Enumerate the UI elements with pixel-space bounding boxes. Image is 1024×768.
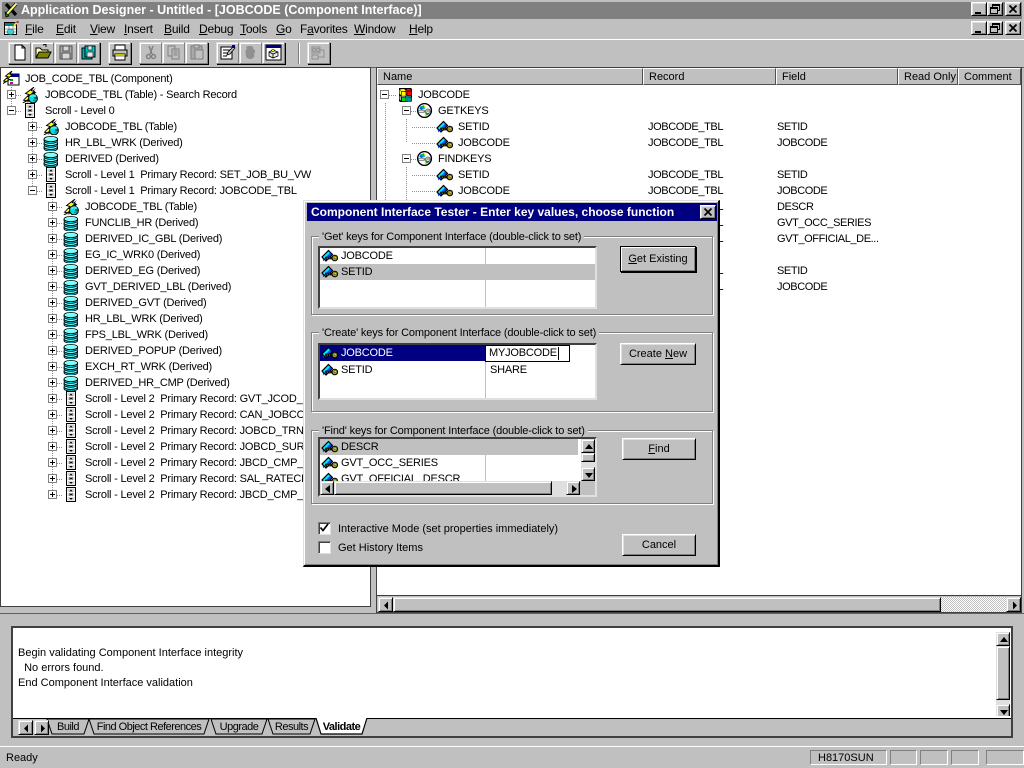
svg-text:Build: Build — [57, 721, 79, 733]
svg-text:Validate: Validate — [323, 721, 361, 733]
svg-text:Upgrade: Upgrade — [220, 721, 259, 733]
svg-text:Find Object References: Find Object References — [97, 721, 203, 733]
svg-text:Results: Results — [275, 721, 309, 733]
